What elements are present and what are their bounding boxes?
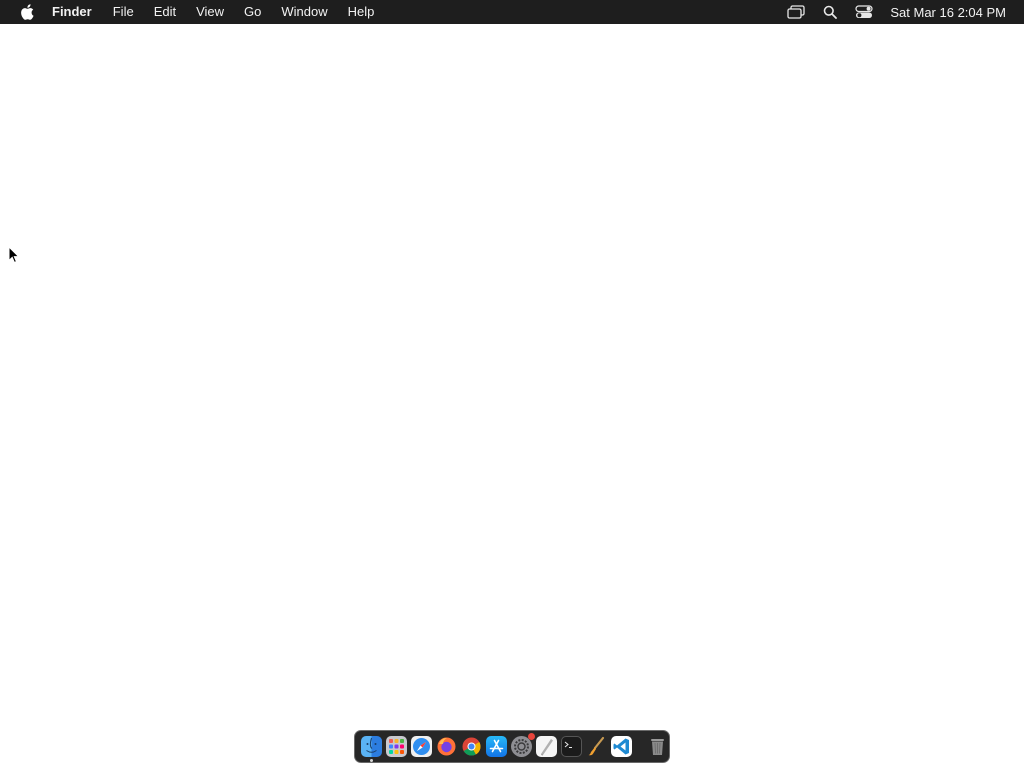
terminal-icon[interactable] <box>561 736 582 757</box>
safari-icon[interactable] <box>411 736 432 757</box>
firefox-icon[interactable] <box>436 736 457 757</box>
notification-badge <box>528 733 535 740</box>
menu-bar: Finder File Edit View Go Window Help Sat… <box>0 0 1024 24</box>
search-icon[interactable] <box>820 4 840 20</box>
mouse-cursor-icon <box>8 245 20 264</box>
chrome-icon[interactable] <box>461 736 482 757</box>
trash-icon[interactable] <box>647 736 668 757</box>
menu-bar-left: Finder File Edit View Go Window Help <box>0 0 384 24</box>
menu-view[interactable]: View <box>186 0 234 24</box>
vscode-icon[interactable] <box>611 736 632 757</box>
menu-app-finder[interactable]: Finder <box>52 0 103 24</box>
dock <box>354 730 670 763</box>
running-indicator <box>370 759 373 762</box>
app-store-icon[interactable] <box>486 736 507 757</box>
menu-edit[interactable]: Edit <box>144 0 186 24</box>
finder-icon[interactable] <box>361 736 382 762</box>
menu-go[interactable]: Go <box>234 0 271 24</box>
control-center-icon[interactable] <box>854 4 874 20</box>
menu-window[interactable]: Window <box>271 0 337 24</box>
system-settings-icon[interactable] <box>511 733 535 757</box>
paintbrush-icon[interactable] <box>586 736 607 757</box>
launchpad-icon[interactable] <box>386 736 407 757</box>
menu-bar-right: Sat Mar 16 2:04 PM <box>772 0 1024 24</box>
menu-bar-clock[interactable]: Sat Mar 16 2:04 PM <box>890 5 1006 20</box>
desktop[interactable] <box>0 24 1024 768</box>
apple-menu-icon[interactable] <box>20 4 34 20</box>
screen-mirroring-icon[interactable] <box>786 4 806 20</box>
pages-icon[interactable] <box>536 736 557 757</box>
menu-help[interactable]: Help <box>338 0 385 24</box>
menu-file[interactable]: File <box>103 0 144 24</box>
